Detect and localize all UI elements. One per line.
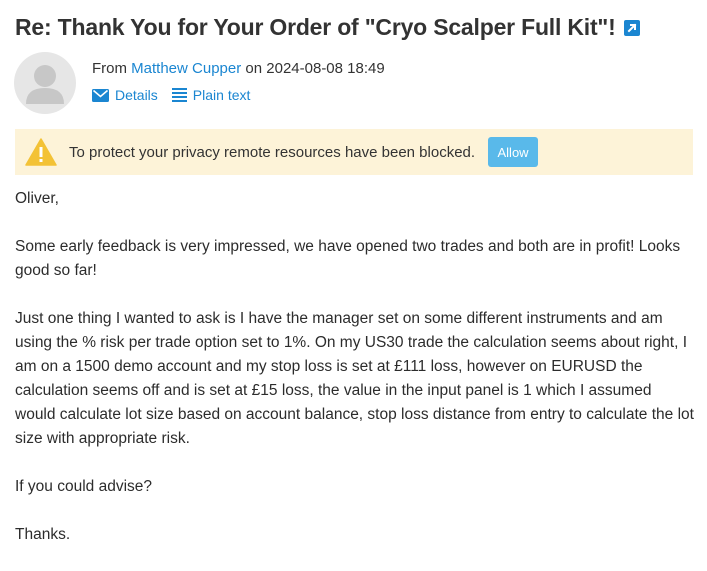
body-paragraph: Oliver,	[15, 190, 59, 207]
user-avatar-icon	[14, 52, 76, 114]
allow-remote-resources-button[interactable]: Allow	[488, 137, 539, 167]
details-label: Details	[115, 87, 158, 103]
message-date: 2024-08-08 18:49	[266, 60, 385, 77]
privacy-banner-text: To protect your privacy remote resources…	[69, 143, 476, 161]
message-subject-row: Re: Thank You for Your Order of "Cryo Sc…	[15, 14, 640, 41]
privacy-banner: To protect your privacy remote resources…	[15, 129, 693, 175]
message-subject: Re: Thank You for Your Order of "Cryo Sc…	[15, 14, 616, 40]
sender-name-link[interactable]: Matthew Cupper	[131, 60, 241, 77]
header-links: Details Plain text	[92, 87, 264, 103]
plain-text-link[interactable]: Plain text	[171, 87, 251, 103]
body-paragraph: Just one thing I wanted to ask is I have…	[15, 310, 694, 447]
details-link[interactable]: Details	[92, 87, 158, 103]
warning-triangle-icon	[25, 138, 57, 166]
open-in-new-window-icon[interactable]	[623, 19, 640, 36]
message-header: From Matthew Cupper on 2024-08-08 18:49	[92, 60, 385, 77]
envelope-icon	[92, 88, 109, 102]
body-paragraph: Thanks.	[15, 526, 71, 543]
from-label: From	[92, 60, 127, 77]
body-paragraph: Some early feedback is very impressed, w…	[15, 238, 681, 279]
lines-icon	[171, 88, 187, 102]
message-body: Oliver, Some early feedback is very impr…	[15, 187, 695, 571]
date-prefix: on	[245, 60, 263, 77]
plain-text-label: Plain text	[192, 87, 251, 103]
body-paragraph: If you could advise?	[15, 478, 153, 495]
